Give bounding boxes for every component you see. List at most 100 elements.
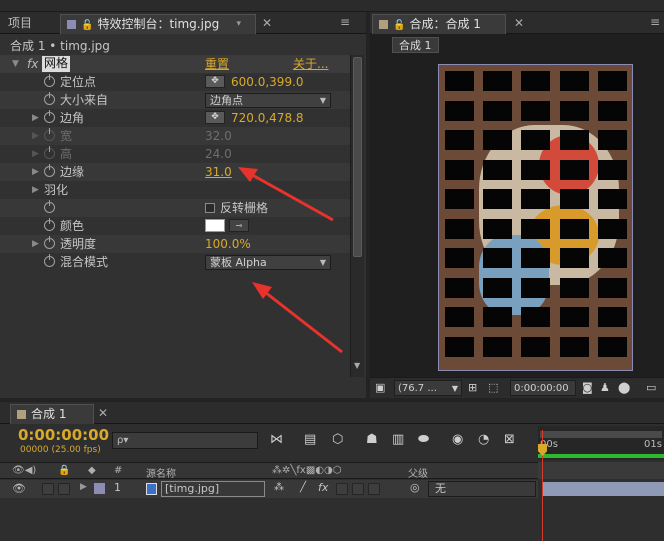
solo-toggle[interactable] [42,483,54,495]
shy-switch-icon[interactable]: ⁂ [274,482,284,493]
panel-menu-icon[interactable]: ≡ [650,15,660,29]
grid-cell [559,277,589,298]
time-ruler[interactable]: 00s 01s [538,426,664,460]
grid-guide-icon[interactable]: ⊞ [468,380,477,396]
lock-icon[interactable]: 🔓 [81,20,93,31]
annotation-arrow-2 [260,287,343,354]
switches-icons[interactable]: ⁂✲╲fx▩◐◑⬡ [272,465,341,476]
panel-color-swatch [379,20,388,29]
work-area-bar[interactable] [540,431,662,438]
show-channel-icon[interactable]: ⬤ [618,380,630,396]
graph-editor-icon[interactable]: ◉ [452,432,463,448]
always-preview-icon[interactable]: ▣ [375,380,385,396]
layer-label-color[interactable] [94,483,105,494]
grid-cell [559,130,589,150]
grid-cell [483,336,513,357]
frame-count: 00000 (25.00 fps) [20,445,101,455]
parent-select[interactable]: 无 [428,481,536,497]
quality-switch-icon[interactable]: ╱ [300,482,306,493]
annotation-arrows [238,167,343,354]
top-toolbar [0,0,664,12]
grid-cell [521,307,551,327]
timeline-tabbar: 合成 1 ✕ [0,402,664,424]
adjustment-toggle[interactable] [368,483,380,495]
motion-blur-icon[interactable]: ⬬ [418,432,429,448]
grid-cell [597,336,627,357]
tab-timeline-comp[interactable]: 合成 1 [10,404,94,424]
grid-cell [521,189,551,209]
current-time-display[interactable]: 0:00:00:00 [510,380,576,396]
tab-composition[interactable]: 🔓 合成：合成 1 [372,14,506,34]
annotation-arrowhead-1 [238,167,258,182]
stopwatch-brainstorm-icon[interactable]: ◔ [478,432,489,448]
grid-cell [597,277,627,298]
lock-column-icon[interactable]: 🔒 [58,465,70,476]
tab-project[interactable]: 项目 [2,14,38,34]
grid-cell [483,277,513,298]
grid-cell [521,336,551,357]
effect-switch-icon[interactable]: fx [318,481,328,494]
grid-cell [559,336,589,357]
layer-name-field[interactable]: [timg.jpg] [161,481,265,497]
close-icon[interactable]: ✕ [514,16,524,30]
timeline-track-header [538,462,664,479]
mask-visibility-icon[interactable]: ⬚ [488,380,498,396]
snapshot-camera-icon[interactable]: ◙ [582,380,593,396]
grid-cell [597,307,627,327]
lock-toggle[interactable] [58,483,70,495]
viewer-footer: ▣ (76.7 ... ▼ ⊞ ⬚ 0:00:00:00 ◙ ♟ ⬤ ▭ [370,377,664,398]
layer-name: [timg.jpg] [165,482,220,495]
panel-color-swatch [67,20,76,29]
draft-3d-icon[interactable]: ⬡ [332,432,343,448]
eye-icon[interactable]: 👁 [12,482,26,495]
tab-effect-controls[interactable]: 🔓 特效控制台：timg.jpg ▾ [60,14,256,34]
time-value: 0:00:00:00 [514,383,569,394]
grid-cell [483,248,513,268]
left-tabbar: 项目 🔓 特效控制台：timg.jpg ▾ ✕ ≡ [0,12,366,34]
grid-cell [559,159,589,180]
dropdown-chevron-icon[interactable]: ▾ [236,15,241,34]
layer-search-input[interactable]: ρ▾ [112,432,258,449]
expand-triangle-icon[interactable]: ▶ [80,482,87,492]
label-tag-icon[interactable]: ◆ [88,465,96,476]
frame-blending-icon[interactable]: ▥ [392,432,404,448]
composition-mini-flowchart-icon[interactable]: ⋈ [270,432,283,448]
ruler-label-mark: 01s [644,439,662,450]
source-name-column[interactable]: 源名称 [146,465,176,480]
show-snapshot-icon[interactable]: ♟ [600,380,610,396]
panel-menu-icon[interactable]: ≡ [340,15,350,29]
timecode[interactable]: 0:00:00:00 [18,426,109,444]
lock-icon[interactable]: 🔓 [393,20,405,31]
close-icon[interactable]: ✕ [98,406,108,420]
app-window: 项目 🔓 特效控制台：timg.jpg ▾ ✕ ≡ 合成 1 • timg.jpg … [0,0,664,541]
hide-shy-layers-icon[interactable]: ☗ [366,432,378,448]
motion-blur-toggle[interactable] [352,483,364,495]
grid-cell [521,71,551,91]
grid-cell [597,159,627,180]
layer-number-column: # [114,465,123,476]
grid-cell [597,130,627,150]
tab-effect-controls-label: 特效控制台：timg.jpg [97,17,220,31]
layer-duration-bar[interactable] [542,482,664,496]
comp-canvas[interactable] [438,64,633,371]
auto-keyframe-icon[interactable]: ⊠ [504,432,515,448]
close-icon[interactable]: ✕ [262,16,272,30]
resolution-select-icon[interactable]: ▭ [646,380,656,396]
grid-cell [445,100,474,121]
pickwhip-icon[interactable]: ◎ [410,481,420,494]
grid-cell [445,189,474,209]
grid-cell [521,130,551,150]
canvas-bg-shape [479,235,549,315]
grid-cell [559,189,589,209]
panel-color-swatch [17,410,26,419]
search-placeholder: ρ▾ [117,435,129,446]
viewer-tabbar: 🔓 合成：合成 1 ✕ ≡ [370,12,664,34]
live-update-icon[interactable]: ▤ [304,432,316,448]
frame-blend-toggle[interactable] [336,483,348,495]
grid-cell [559,248,589,268]
av-features-icon[interactable]: 👁◀) [12,465,36,476]
magnification-select[interactable]: (76.7 ... ▼ [394,380,462,396]
comp-subtab[interactable]: 合成 1 [392,37,439,53]
layer-row[interactable]: 👁 ▶ 1 [timg.jpg] ⁂ ╱ fx ◎ 无 [0,480,538,498]
grid-cell [445,277,474,298]
